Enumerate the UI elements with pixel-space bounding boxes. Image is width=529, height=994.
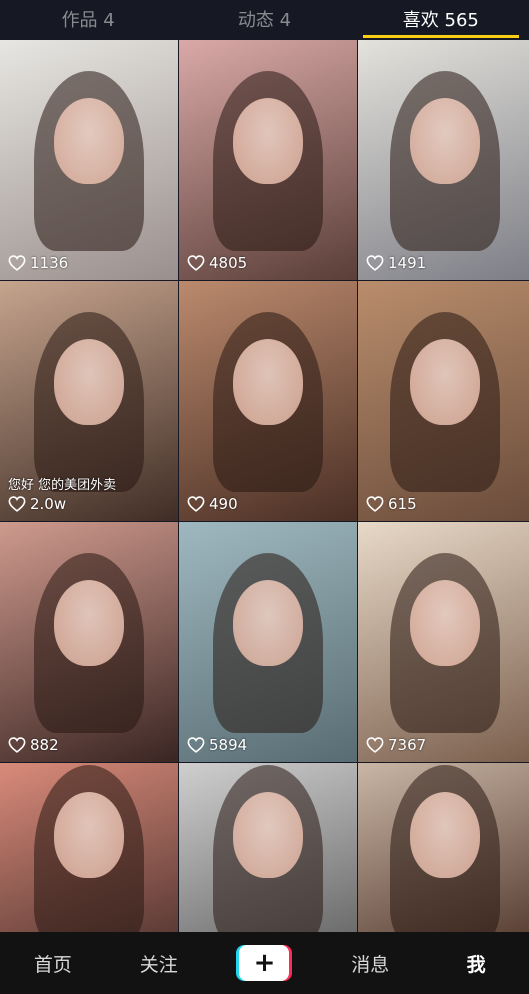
like-count-value: 7367 xyxy=(388,736,427,754)
video-thumbnail[interactable]: 490 xyxy=(179,281,357,521)
create-button[interactable]: + xyxy=(236,945,293,981)
like-count: 490 xyxy=(187,495,238,513)
like-count: 7367 xyxy=(366,736,426,754)
video-thumbnail[interactable]: 1136 xyxy=(0,40,178,280)
like-count: 2.0w xyxy=(8,495,66,513)
thumbnail-image-face xyxy=(233,792,303,879)
video-thumbnail[interactable] xyxy=(0,763,178,932)
like-count-value: 882 xyxy=(30,736,59,754)
like-count-value: 490 xyxy=(209,495,238,513)
video-thumbnail[interactable]: 7367 xyxy=(358,522,529,762)
heart-icon xyxy=(8,496,30,512)
nav-home[interactable]: 首页 xyxy=(0,950,106,977)
like-count-value: 1136 xyxy=(30,254,69,272)
heart-icon xyxy=(187,255,209,271)
like-count-value: 2.0w xyxy=(30,495,67,513)
heart-icon xyxy=(366,737,388,753)
thumbnail-image-face xyxy=(233,338,303,425)
tab-works[interactable]: 作品 4 xyxy=(0,0,176,38)
tab-likes[interactable]: 喜欢 565 xyxy=(353,0,529,38)
like-count-value: 1491 xyxy=(388,254,427,272)
tab-works-label: 作品 4 xyxy=(61,10,115,31)
video-thumbnail[interactable] xyxy=(179,763,357,932)
plus-icon: + xyxy=(239,945,290,981)
tab-activity-label: 动态 4 xyxy=(237,10,292,31)
heart-icon xyxy=(187,737,209,753)
video-thumbnail[interactable]: 615 xyxy=(358,281,529,521)
thumbnail-image-face xyxy=(409,97,480,184)
thumbnail-image-face xyxy=(233,579,303,666)
thumbnail-image-face xyxy=(54,338,124,425)
tab-activity[interactable]: 动态 4 xyxy=(176,0,352,38)
heart-icon xyxy=(366,255,388,271)
active-tab-underline xyxy=(362,35,519,38)
thumbnail-image-face xyxy=(54,579,124,666)
like-count: 1136 xyxy=(8,254,68,272)
thumbnail-image-face xyxy=(409,579,480,666)
like-count: 4805 xyxy=(187,254,247,272)
heart-icon xyxy=(8,255,30,271)
bottom-nav: 首页 关注 + 消息 我 xyxy=(0,932,529,994)
nav-me[interactable]: 我 xyxy=(423,950,529,977)
thumbnail-image-face xyxy=(54,97,124,184)
video-caption-overlay: 您好 您的美团外卖 xyxy=(8,478,117,493)
like-count-value: 5894 xyxy=(209,736,248,754)
video-thumbnail[interactable]: 4805 xyxy=(179,40,357,280)
like-count-value: 615 xyxy=(388,495,417,513)
nav-messages[interactable]: 消息 xyxy=(317,950,423,977)
video-thumbnail[interactable]: 882 xyxy=(0,522,178,762)
like-count: 1491 xyxy=(366,254,426,272)
like-count: 882 xyxy=(8,736,59,754)
like-count: 5894 xyxy=(187,736,247,754)
like-count: 615 xyxy=(366,495,417,513)
video-thumbnail[interactable]: 您好 您的美团外卖 2.0w xyxy=(0,281,178,521)
thumbnail-image-face xyxy=(54,792,124,879)
like-count-value: 4805 xyxy=(209,254,248,272)
heart-icon xyxy=(8,737,30,753)
liked-videos-grid: 1136 4805 1491 您好 您的美团外卖 2.0w 490 615 882 5894 73… xyxy=(0,40,529,932)
thumbnail-image-face xyxy=(233,97,303,184)
thumbnail-image-face xyxy=(409,338,480,425)
video-thumbnail[interactable]: 5894 xyxy=(179,522,357,762)
thumbnail-image-face xyxy=(409,792,480,879)
heart-icon xyxy=(366,496,388,512)
video-thumbnail[interactable] xyxy=(358,763,529,932)
tab-likes-label: 喜欢 565 xyxy=(402,10,479,31)
video-thumbnail[interactable]: 1491 xyxy=(358,40,529,280)
nav-follow[interactable]: 关注 xyxy=(106,950,212,977)
profile-tabs: 作品 4 动态 4 喜欢 565 xyxy=(0,0,529,38)
create-button-wrap: + xyxy=(212,945,318,981)
heart-icon xyxy=(187,496,209,512)
